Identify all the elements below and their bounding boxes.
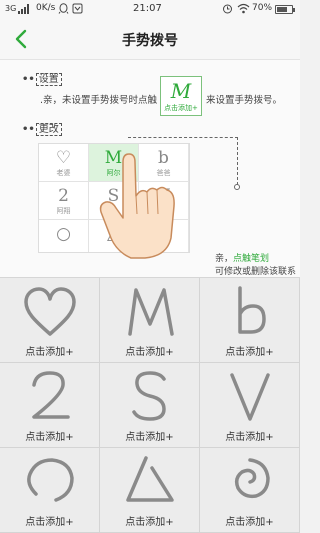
two-gesture-icon [32,371,70,419]
setup-tip-text-before: .亲，未设置手势拨号时点触 [40,95,158,106]
battery-icon [275,5,295,14]
gesture-cell-circle[interactable]: 点击添加+ [0,448,100,533]
gesture-cell-two[interactable]: 点击添加+ [0,363,100,448]
sample-add-cell: M 点击添加+ [160,76,202,116]
circle-gesture-icon [27,458,74,502]
setup-tip-text-after: 来设置手势拨号。 [206,95,283,106]
setup-section-label: •• 设置 [22,70,62,86]
status-bar: 3G 0K/s 21:07 70% [0,0,300,18]
example-gesture-cell: ♡ 老婆 [39,144,89,182]
example-gesture-cell: 2 阿翔 [39,182,89,220]
spiral-gesture-icon [234,458,270,499]
gesture-cell-heart[interactable]: 点击添加+ [0,278,100,363]
add-label: 点击添加+ [25,347,74,358]
gesture-grid: 点击添加+ 点击添加+ 点击添加+ 点击添加+ 点击添加+ 点击添加+ 点击添加… [0,277,300,533]
page-title: 手势拨号 [122,33,178,49]
change-section-label: •• 更改 [22,120,62,136]
gesture-cell-triangle[interactable]: 点击添加+ [100,448,200,533]
network-type: 3G [5,4,17,13]
s-gesture-icon [132,371,166,421]
network-speed: 0K/s [36,3,56,13]
heart-gesture-icon [24,287,76,336]
gesture-cell-v[interactable]: 点击添加+ [200,363,300,448]
add-label: 点击添加+ [225,517,274,528]
example-gesture-cell: ○ [39,220,89,252]
triangle-gesture-icon [126,456,174,502]
add-label: 点击添加+ [125,347,174,358]
example-contact-name: 老婆 [56,169,71,177]
example-contact-name: 阿翔 [56,207,71,215]
hand-pointer-icon [99,153,175,259]
sample-add-label: 点击添加+ [164,104,198,112]
gesture-cell-m[interactable]: 点击添加+ [100,278,200,363]
add-label: 点击添加+ [225,347,274,358]
title-bar: 手势拨号 [0,18,300,60]
add-label: 点击添加+ [125,517,174,528]
wifi-icon [237,3,250,14]
app-notification-icon [72,3,83,14]
signal-icon [18,4,29,14]
add-label: 点击添加+ [125,432,174,443]
gesture-cell-spiral[interactable]: 点击添加+ [200,448,300,533]
example-gesture-glyph: ♡ [55,148,72,168]
qq-icon [58,3,69,14]
add-label: 点击添加+ [25,517,74,528]
m-gesture-icon [128,288,174,336]
add-label: 点击添加+ [225,432,274,443]
battery-percent: 70% [252,3,273,13]
gesture-cell-b[interactable]: 点击添加+ [200,278,300,363]
v-gesture-icon [230,373,270,421]
clock: 21:07 [133,3,162,14]
example-gesture-glyph: ○ [56,224,71,244]
sample-m-glyph: M [170,79,192,103]
b-gesture-icon [238,286,266,334]
example-gesture-glyph: 2 [58,186,69,206]
gesture-cell-s[interactable]: 点击添加+ [100,363,200,448]
add-label: 点击添加+ [25,432,74,443]
alarm-icon [223,4,232,14]
callout-dot [234,184,240,190]
